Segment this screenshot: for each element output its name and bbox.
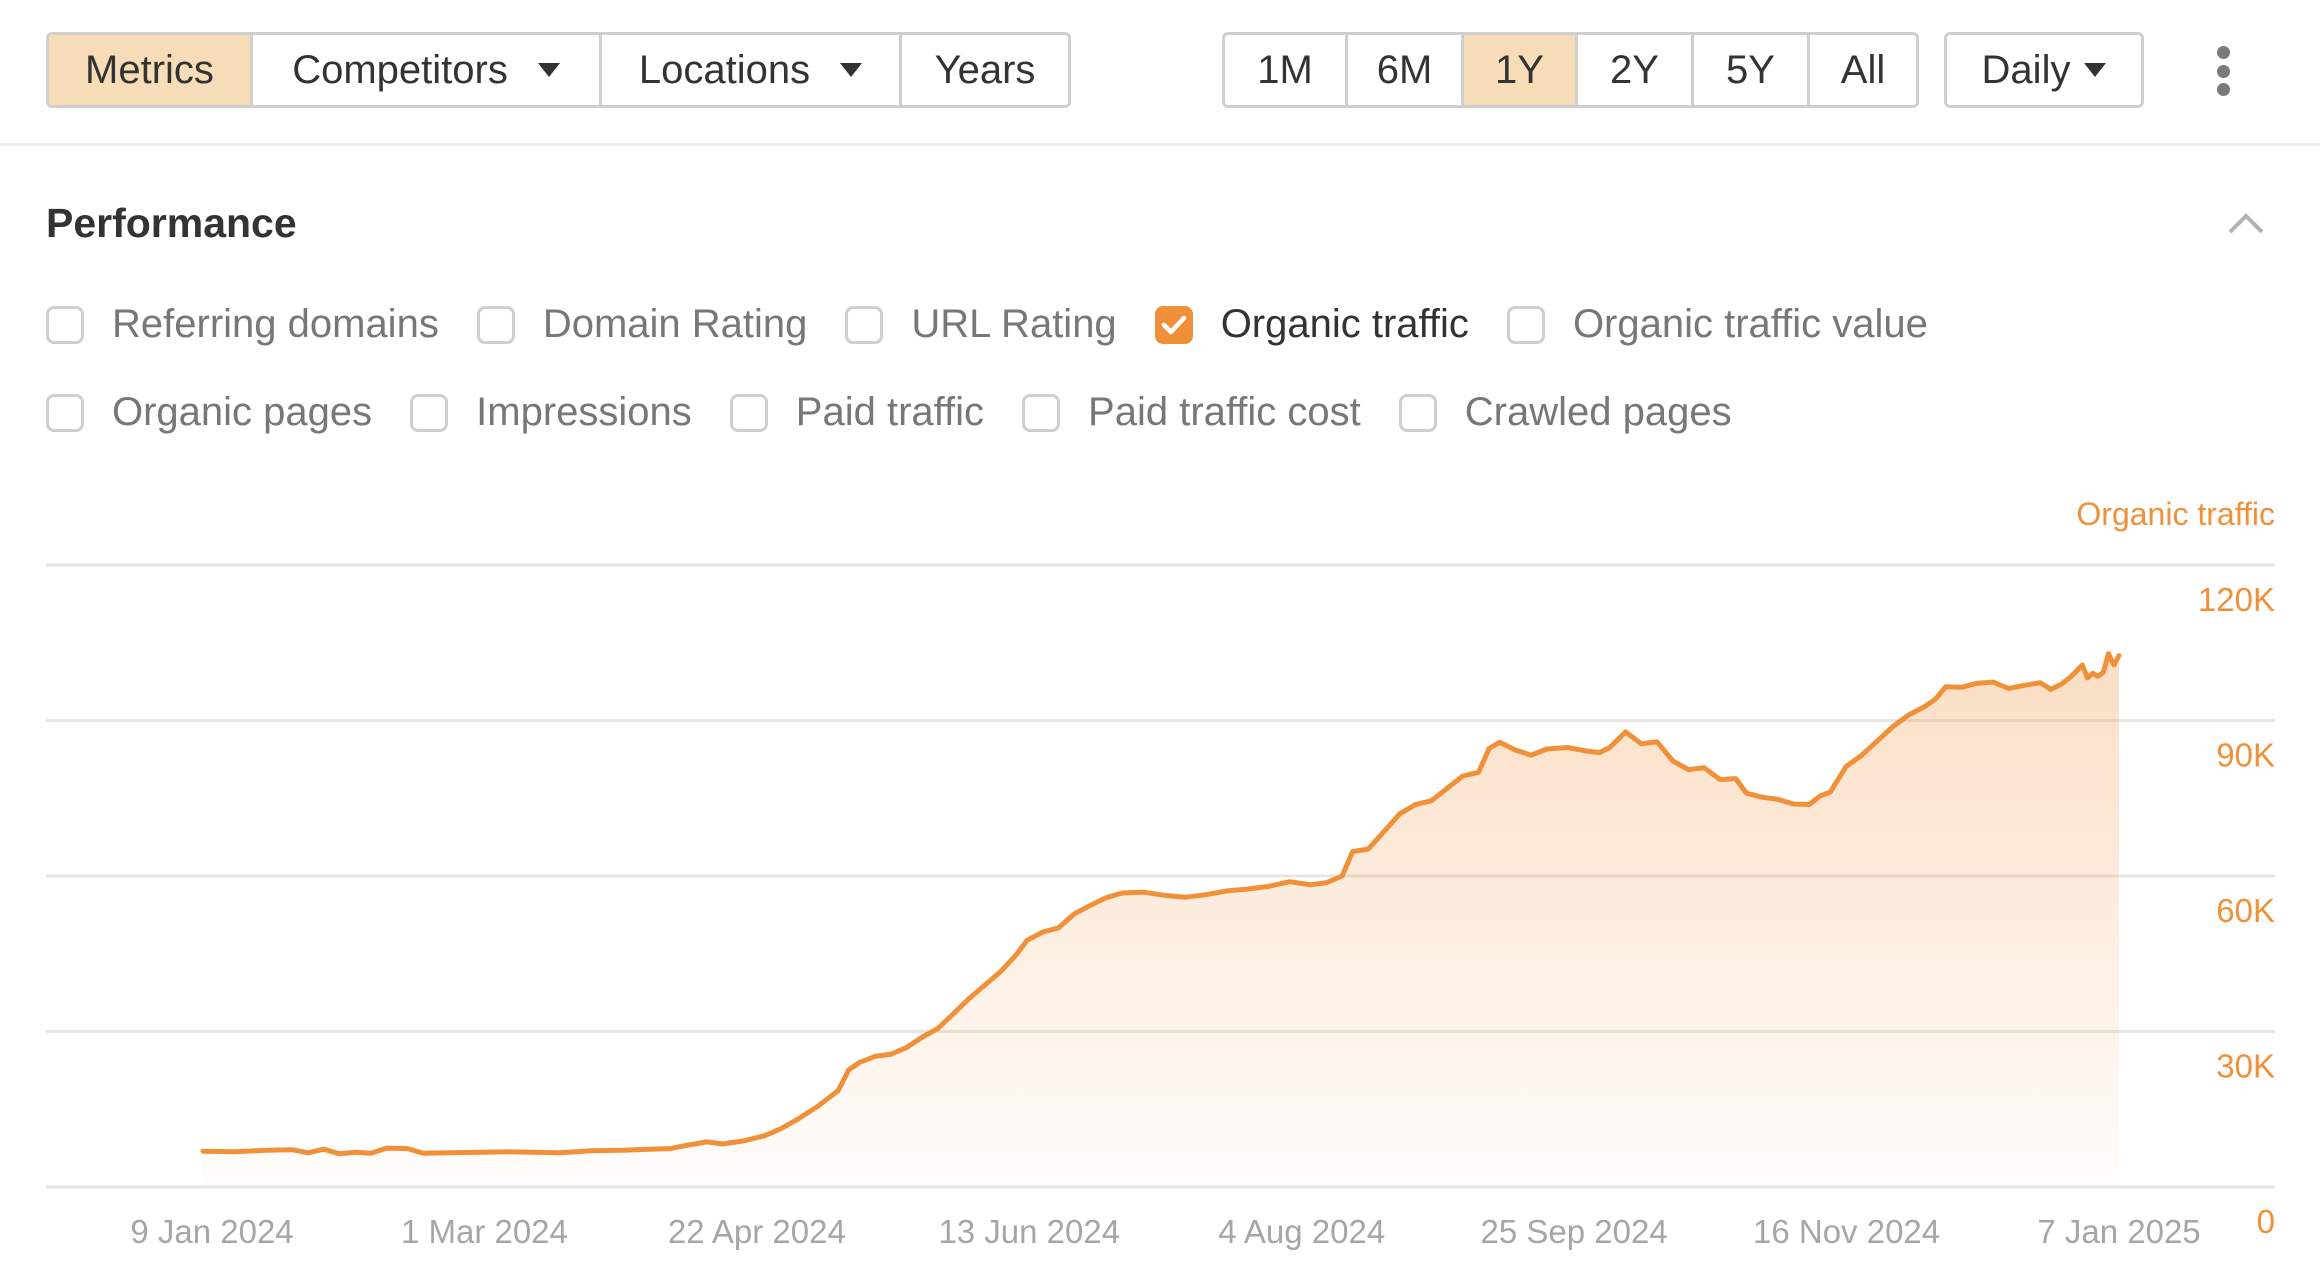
tab-years-label: Years xyxy=(934,47,1036,92)
tab-metrics[interactable]: Metrics xyxy=(49,35,253,105)
checkbox[interactable] xyxy=(1506,305,1545,344)
tab-locations[interactable]: Locations xyxy=(602,35,902,105)
metric-domain-rating[interactable]: Domain Rating xyxy=(476,302,808,347)
checkbox-checked[interactable] xyxy=(1154,305,1193,344)
caret-down-icon xyxy=(840,63,863,77)
interval-dropdown[interactable]: Daily xyxy=(1944,32,2144,108)
metric-organic-pages[interactable]: Organic pages xyxy=(46,390,372,435)
interval-select[interactable]: Daily xyxy=(1947,35,2141,105)
metric-label: Organic traffic value xyxy=(1572,302,1928,346)
range-label: 5Y xyxy=(1726,47,1775,92)
kebab-dot xyxy=(2216,46,2230,59)
range-5y-button[interactable]: 5Y xyxy=(1694,35,1810,105)
range-selector: 1M 6M 1Y 2Y 5Y All xyxy=(1222,32,1919,108)
chart-svg[interactable]: 0 30K 60K 90K 120K 9 Jan 2024 1 Mar 2024 22 Ap… xyxy=(0,480,2320,1288)
range-2y-button[interactable]: 2Y xyxy=(1578,35,1694,105)
metrics-row-2: Organic pages Impressions Paid traffic P… xyxy=(46,390,1770,435)
range-all-button[interactable]: All xyxy=(1810,35,1916,105)
tab-competitors-label: Competitors xyxy=(292,47,508,92)
y-tick-label: 90K xyxy=(2216,737,2275,774)
view-tabs: Metrics Competitors Locations Years xyxy=(46,32,1071,108)
checkmark-icon xyxy=(1161,315,1186,334)
chart-toolbar: Metrics Competitors Locations Years 1M 6… xyxy=(0,0,2320,146)
metric-label: Organic pages xyxy=(112,390,373,434)
x-tick-label: 4 Aug 2024 xyxy=(1218,1213,1385,1250)
x-tick-label: 7 Jan 2025 xyxy=(2037,1213,2200,1250)
tab-competitors[interactable]: Competitors xyxy=(253,35,602,105)
kebab-menu-icon[interactable] xyxy=(2208,46,2238,96)
range-label: 6M xyxy=(1376,47,1433,92)
metric-label: Crawled pages xyxy=(1464,390,1732,434)
checkbox[interactable] xyxy=(476,305,515,344)
x-tick-label: 22 Apr 2024 xyxy=(668,1213,846,1250)
x-tick-label: 16 Nov 2024 xyxy=(1753,1213,1940,1250)
range-1y-button[interactable]: 1Y xyxy=(1464,35,1578,105)
checkbox[interactable] xyxy=(845,305,884,344)
y-tick-label: 60K xyxy=(2216,892,2275,929)
metric-label: URL Rating xyxy=(911,302,1117,346)
metric-label: Referring domains xyxy=(112,302,439,346)
x-tick-labels: 9 Jan 2024 1 Mar 2024 22 Apr 2024 13 Jun 20… xyxy=(130,1213,2200,1250)
range-label: 1Y xyxy=(1495,47,1544,92)
metric-referring-domains[interactable]: Referring domains xyxy=(46,302,439,347)
y-tick-label: 120K xyxy=(2198,581,2275,618)
metric-paid-traffic[interactable]: Paid traffic xyxy=(729,390,985,435)
metric-label: Domain Rating xyxy=(542,302,808,346)
range-1m-button[interactable]: 1M xyxy=(1225,35,1348,105)
metric-crawled-pages[interactable]: Crawled pages xyxy=(1398,390,1732,435)
metric-organic-traffic-value[interactable]: Organic traffic value xyxy=(1506,302,1928,347)
metric-label: Paid traffic xyxy=(795,390,985,434)
range-label: All xyxy=(1840,47,1886,92)
checkbox[interactable] xyxy=(729,393,768,432)
caret-down-icon xyxy=(2084,63,2107,77)
checkbox[interactable] xyxy=(410,393,449,432)
y-tick-label: 0 xyxy=(2257,1203,2275,1240)
metric-label: Paid traffic cost xyxy=(1088,390,1361,434)
performance-chart: Organic traffic 0 30K 60K 90K 120K 9 Jan 202… xyxy=(0,480,2320,1288)
interval-label: Daily xyxy=(1981,47,2071,92)
x-tick-label: 9 Jan 2024 xyxy=(130,1213,293,1250)
x-tick-label: 1 Mar 2024 xyxy=(401,1213,568,1250)
chevron-up-icon[interactable] xyxy=(2226,206,2266,238)
checkbox[interactable] xyxy=(1398,393,1437,432)
series-area xyxy=(203,653,2119,1187)
kebab-dot xyxy=(2216,83,2230,96)
checkbox[interactable] xyxy=(1022,393,1061,432)
y-tick-label: 30K xyxy=(2216,1048,2275,1085)
tab-metrics-label: Metrics xyxy=(85,47,214,92)
x-tick-label: 25 Sep 2024 xyxy=(1481,1213,1668,1250)
metric-label: Impressions xyxy=(476,390,692,434)
tab-locations-label: Locations xyxy=(638,47,811,92)
metrics-row-1: Referring domains Domain Rating URL Rati… xyxy=(46,302,1966,347)
metric-organic-traffic[interactable]: Organic traffic xyxy=(1154,302,1469,347)
range-label: 2Y xyxy=(1610,47,1659,92)
metric-impressions[interactable]: Impressions xyxy=(410,390,692,435)
checkbox[interactable] xyxy=(46,393,84,432)
kebab-dot xyxy=(2216,64,2230,78)
checkbox[interactable] xyxy=(46,305,84,344)
caret-down-icon xyxy=(537,63,560,77)
range-label: 1M xyxy=(1257,47,1313,92)
y-tick-labels: 0 30K 60K 90K 120K xyxy=(2198,581,2275,1240)
tab-years[interactable]: Years xyxy=(902,35,1068,105)
metric-label: Organic traffic xyxy=(1220,302,1469,346)
metric-paid-traffic-cost[interactable]: Paid traffic cost xyxy=(1022,390,1361,435)
section-title: Performance xyxy=(46,200,297,246)
area-layer xyxy=(200,651,2122,1187)
x-tick-label: 13 Jun 2024 xyxy=(938,1213,1120,1250)
range-6m-button[interactable]: 6M xyxy=(1348,35,1464,105)
metric-url-rating[interactable]: URL Rating xyxy=(845,302,1117,347)
